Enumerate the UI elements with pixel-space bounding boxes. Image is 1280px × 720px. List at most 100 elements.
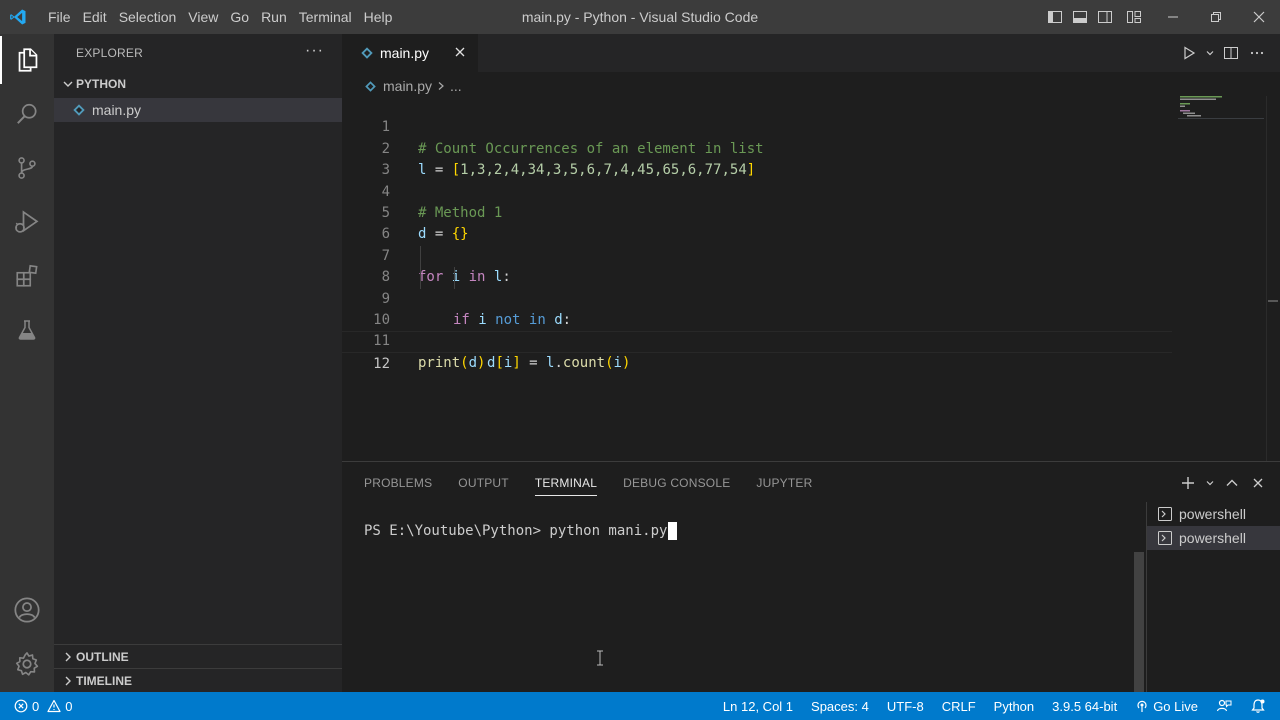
- customize-layout-icon[interactable]: [1117, 0, 1151, 34]
- run-options-chevron-down-icon[interactable]: [1204, 42, 1216, 64]
- launch-profile-chevron-down-icon[interactable]: [1204, 473, 1216, 493]
- code-token: ): [621, 354, 631, 371]
- toggle-primary-sidebar-icon[interactable]: [1042, 0, 1067, 34]
- code-token: print: [418, 354, 461, 371]
- breadcrumb-file[interactable]: main.py: [383, 78, 432, 94]
- maximize-panel-chevron-up-icon[interactable]: [1222, 473, 1242, 493]
- explorer-icon[interactable]: [0, 36, 54, 84]
- code-token: ): [477, 354, 486, 371]
- editor-area: main.py main.py ... 1 # Count Occurrence…: [342, 34, 1280, 461]
- code-token: (: [605, 354, 614, 371]
- go-live-label: Go Live: [1153, 698, 1198, 714]
- notifications-bell-icon[interactable]: [1241, 698, 1266, 714]
- tab-terminal[interactable]: TERMINAL: [522, 462, 610, 504]
- code-line: 10: [342, 289, 1172, 328]
- indentation[interactable]: Spaces: 4: [802, 699, 878, 714]
- minimap[interactable]: [1178, 94, 1268, 124]
- timeline-section-header[interactable]: TIMELINE: [54, 668, 342, 692]
- new-terminal-plus-icon[interactable]: [1178, 473, 1198, 493]
- menu-edit[interactable]: Edit: [77, 0, 113, 34]
- manage-gear-icon[interactable]: [0, 640, 54, 688]
- terminal-prompt-line[interactable]: PS E:\Youtube\Python> python mani.py: [364, 522, 678, 540]
- menu-run[interactable]: Run: [255, 0, 293, 34]
- explorer-title: EXPLORER: [76, 46, 143, 60]
- warning-icon: [47, 699, 61, 713]
- more-actions-icon[interactable]: [1246, 42, 1268, 64]
- code-editor[interactable]: 1 # Count Occurrences of an element in l…: [342, 96, 1172, 372]
- breadcrumb: main.py ...: [364, 76, 462, 96]
- python-file-icon: [72, 103, 86, 117]
- code-line: 4 # Method 1: [342, 160, 1172, 221]
- error-icon: [14, 699, 28, 713]
- code-line: 7 for i in l:: [342, 224, 1172, 285]
- testing-icon[interactable]: [0, 306, 54, 354]
- source-control-icon[interactable]: [0, 144, 54, 192]
- tab-debug-console[interactable]: DEBUG CONSOLE: [610, 462, 743, 504]
- timeline-label: TIMELINE: [76, 673, 132, 688]
- code-line: 11 print(d): [342, 310, 1172, 370]
- code-line: 9 d[i] = l.count(i): [342, 267, 1172, 371]
- breadcrumb-symbols[interactable]: ...: [450, 78, 462, 94]
- search-icon[interactable]: [0, 90, 54, 138]
- end-of-line[interactable]: CRLF: [933, 699, 985, 714]
- menu-selection[interactable]: Selection: [113, 0, 183, 34]
- run-python-file-icon[interactable]: [1178, 42, 1200, 64]
- code-token: d: [468, 354, 478, 371]
- menu-view[interactable]: View: [182, 0, 224, 34]
- close-tab-icon[interactable]: [452, 44, 468, 60]
- menu-terminal[interactable]: Terminal: [293, 0, 358, 34]
- code-line: 1 # Count Occurrences of an element in l…: [342, 96, 1172, 156]
- close-window-button[interactable]: [1237, 0, 1280, 34]
- terminal-item-selected[interactable]: powershell: [1147, 526, 1280, 550]
- code-token: ]: [512, 354, 521, 371]
- code-token: .: [554, 354, 563, 371]
- tab-output[interactable]: OUTPUT: [445, 462, 522, 504]
- problems-status[interactable]: 0 0: [14, 699, 81, 714]
- toggle-secondary-sidebar-icon[interactable]: [1092, 0, 1117, 34]
- indent-guide: [454, 267, 455, 289]
- close-panel-icon[interactable]: [1248, 473, 1268, 493]
- go-live-button[interactable]: Go Live: [1126, 699, 1207, 714]
- code-token: (: [460, 354, 469, 371]
- restore-button[interactable]: [1194, 0, 1237, 34]
- indent-guide: [420, 267, 421, 289]
- terminal-scrollbar[interactable]: [1134, 552, 1144, 693]
- current-code-line: 12: [342, 331, 1172, 372]
- tab-problems[interactable]: PROBLEMS: [342, 462, 445, 504]
- code-line: 5 d = {}: [342, 182, 1172, 242]
- explorer-more-actions-icon[interactable]: ···: [305, 42, 324, 60]
- editor-scrollbar[interactable]: [1266, 96, 1280, 461]
- file-name: main.py: [92, 102, 142, 118]
- feedback-icon[interactable]: [1207, 698, 1241, 714]
- terminal-cursor: [668, 522, 678, 540]
- error-count: 0: [32, 698, 40, 714]
- tab-jupyter[interactable]: JUPYTER: [743, 462, 825, 504]
- account-icon[interactable]: [0, 586, 54, 634]
- encoding[interactable]: UTF-8: [878, 699, 933, 714]
- terminal-icon: [1157, 530, 1173, 546]
- minimize-button[interactable]: [1151, 0, 1194, 34]
- code-line: 3: [342, 139, 1172, 178]
- indent-guide: [420, 245, 421, 268]
- tab-main-py[interactable]: main.py: [342, 34, 478, 72]
- menu-file[interactable]: File: [36, 0, 77, 34]
- outline-label: OUTLINE: [76, 649, 129, 664]
- cursor-position[interactable]: Ln 12, Col 1: [714, 699, 802, 714]
- broadcast-icon: [1135, 699, 1149, 713]
- menu-go[interactable]: Go: [224, 0, 255, 34]
- toggle-panel-icon[interactable]: [1067, 0, 1092, 34]
- python-interpreter[interactable]: 3.9.5 64-bit: [1043, 699, 1126, 714]
- menu-help[interactable]: Help: [358, 0, 399, 34]
- terminal-item[interactable]: powershell: [1147, 502, 1280, 526]
- folder-section-header[interactable]: PYTHON: [54, 72, 342, 96]
- explorer-file-item[interactable]: main.py: [54, 98, 342, 122]
- outline-section-header[interactable]: OUTLINE: [54, 644, 342, 668]
- extensions-icon[interactable]: [0, 252, 54, 300]
- run-debug-icon[interactable]: [0, 198, 54, 246]
- language-mode[interactable]: Python: [985, 699, 1043, 714]
- chevron-right-icon: [60, 675, 76, 687]
- panel-tab-bar: PROBLEMS OUTPUT TERMINAL DEBUG CONSOLE J…: [342, 462, 825, 504]
- status-bar: 0 0 Ln 12, Col 1 Spaces: 4 UTF-8 CRLF Py…: [0, 692, 1280, 720]
- split-editor-icon[interactable]: [1220, 42, 1242, 64]
- terminal-text: PS E:\Youtube\Python> python mani.py: [364, 523, 668, 539]
